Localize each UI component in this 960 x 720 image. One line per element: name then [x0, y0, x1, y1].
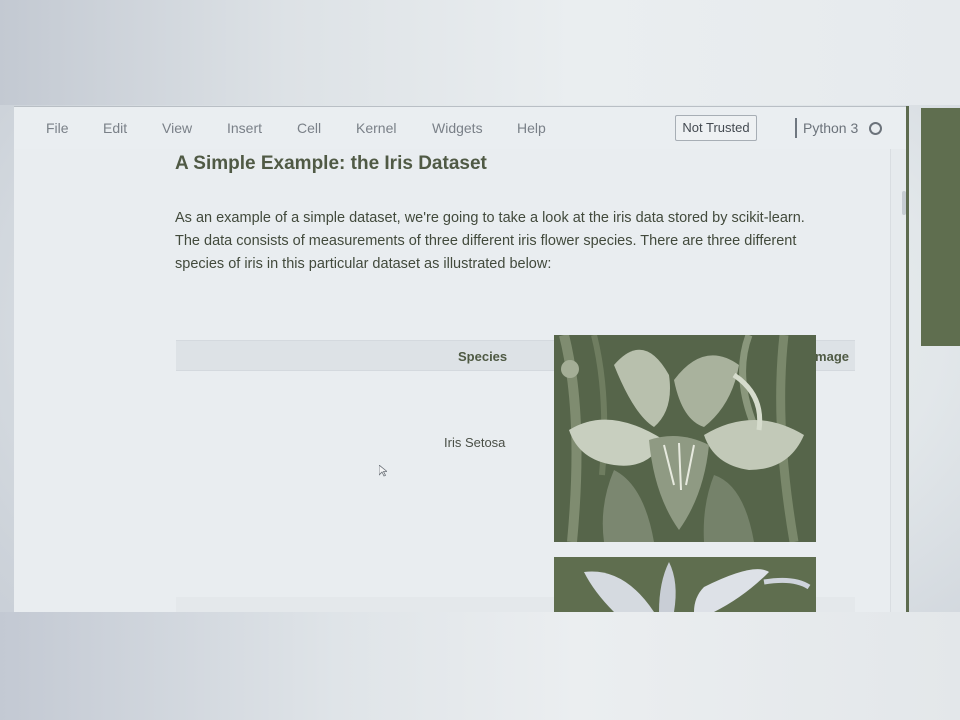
kernel-idle-icon	[869, 122, 882, 135]
window-right-edge	[906, 106, 909, 612]
side-green-panel	[921, 108, 960, 346]
paragraph-line: As an example of a simple dataset, we're…	[175, 210, 805, 226]
iris-flower-icon	[554, 335, 816, 542]
menu-help[interactable]: Help	[517, 120, 546, 136]
menu-kernel[interactable]: Kernel	[356, 120, 396, 136]
kernel-name: Python 3	[803, 120, 859, 136]
notebook-content: A Simple Example: the Iris Dataset As an…	[14, 149, 890, 612]
cell-paragraph: As an example of a simple dataset, we're…	[175, 207, 875, 276]
background-bottom	[0, 612, 960, 720]
cell-heading: A Simple Example: the Iris Dataset	[175, 153, 487, 174]
vertical-scrollbar[interactable]	[890, 149, 907, 612]
menu-view[interactable]: View	[162, 120, 192, 136]
iris-flower-icon	[554, 557, 816, 612]
paragraph-line: The data consists of measurements of thr…	[175, 233, 797, 249]
not-trusted-button[interactable]: Not Trusted	[675, 115, 757, 141]
menu-widgets[interactable]: Widgets	[432, 120, 483, 136]
iris-second-image	[554, 557, 816, 612]
background-top	[0, 0, 960, 105]
iris-setosa-image	[554, 335, 816, 542]
mouse-cursor-icon	[379, 465, 387, 477]
menu-file[interactable]: File	[46, 120, 69, 136]
menu-cell[interactable]: Cell	[297, 120, 321, 136]
header-image: Image	[811, 349, 849, 364]
header-species: Species	[458, 349, 508, 364]
menu-insert[interactable]: Insert	[227, 120, 262, 136]
species-cell: Iris Setosa	[444, 435, 506, 450]
kernel-separator	[795, 118, 797, 138]
menu-edit[interactable]: Edit	[103, 120, 127, 136]
paragraph-line: species of iris in this particular datas…	[175, 256, 552, 272]
menu-bar: File Edit View Insert Cell Kernel Widget…	[14, 107, 907, 149]
notebook-window: File Edit View Insert Cell Kernel Widget…	[14, 106, 907, 612]
